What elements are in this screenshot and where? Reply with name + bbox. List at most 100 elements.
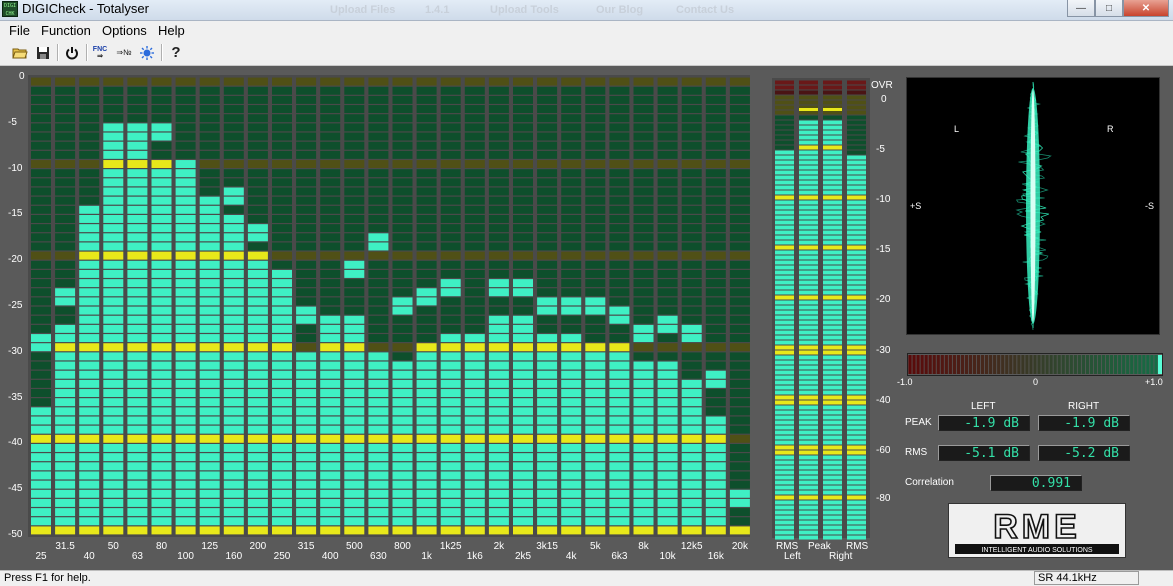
toolbar-separator bbox=[161, 44, 163, 61]
peak-label: Peak bbox=[808, 541, 831, 552]
correlation-indicator bbox=[1157, 355, 1162, 374]
gon-minus-s-label: -S bbox=[1145, 201, 1154, 211]
gon-left-label: L bbox=[954, 124, 960, 134]
window-title: DIGICheck - Totalyser bbox=[22, 1, 149, 16]
background-tab: Upload Files bbox=[330, 4, 396, 16]
help-icon[interactable]: ? bbox=[166, 43, 186, 62]
readout-left-header: LEFT bbox=[971, 401, 996, 412]
gon-right-label: R bbox=[1107, 124, 1114, 134]
goniometer-lissajous bbox=[1015, 81, 1052, 331]
level-scale-tick: -10 bbox=[876, 194, 891, 205]
menu-help[interactable]: Help bbox=[158, 23, 185, 38]
corr-scale-mid: 0 bbox=[1033, 377, 1039, 387]
status-bar: Press F1 for help. SR 44.1kHz bbox=[0, 570, 1173, 586]
readout-rms-label: RMS bbox=[905, 447, 928, 458]
spectrum-db-tick: -40 bbox=[8, 437, 23, 449]
toolbar-separator bbox=[57, 44, 59, 61]
spectrum-db-tick: -10 bbox=[8, 162, 23, 174]
correlation-meter bbox=[907, 353, 1163, 376]
spectrum-freq-tick: 8k bbox=[638, 541, 649, 552]
function-b-icon[interactable]: ⇒№ bbox=[114, 43, 134, 62]
spectrum-freq-tick: 80 bbox=[155, 541, 168, 552]
spectrum-db-tick: -25 bbox=[8, 300, 23, 311]
spectrum-freq-tick: 4k bbox=[565, 551, 577, 562]
toolbar-separator bbox=[86, 44, 88, 61]
spectrum-freq-tick: 1k6 bbox=[466, 551, 483, 562]
background-tab: Our Blog bbox=[596, 4, 644, 16]
level-scale-tick: OVR bbox=[871, 80, 893, 91]
rme-logo-brand: RME bbox=[993, 508, 1081, 546]
settings-sun-icon[interactable] bbox=[137, 43, 157, 62]
level-scale-tick: -80 bbox=[876, 493, 891, 504]
spectrum-freq-tick: 630 bbox=[370, 551, 387, 562]
spectrum-freq-tick: 250 bbox=[273, 551, 291, 562]
toolbar: FNC ⇒ ⇒№ ? bbox=[0, 40, 1173, 66]
spectrum-freq-tick: 16k bbox=[707, 551, 724, 562]
spectrum-freq-tick: 20k bbox=[731, 541, 748, 552]
background-tab: Upload Tools bbox=[490, 4, 559, 16]
spectrum-freq-tick: 31.5 bbox=[55, 541, 75, 552]
goniometer-trace bbox=[1015, 81, 1052, 331]
close-icon[interactable]: ✕ bbox=[1123, 0, 1169, 17]
spectrum-db-tick: 0 bbox=[19, 71, 25, 82]
spectrum-freq-tick: 2k bbox=[493, 541, 505, 552]
spectrum-analyzer bbox=[28, 75, 750, 537]
spectrum-freq-tick: 200 bbox=[249, 541, 267, 552]
peak-right-readout: -1.9 dB bbox=[1038, 415, 1130, 431]
maximize-icon[interactable]: □ bbox=[1095, 0, 1123, 17]
spectrum-db-tick: -5 bbox=[8, 116, 17, 128]
goniometer-display: L R +S -S bbox=[906, 77, 1160, 335]
digicheck-app-icon[interactable]: DIGI CHK bbox=[2, 1, 18, 17]
menu-function[interactable]: Function bbox=[41, 23, 91, 38]
corr-scale-max: +1.0 bbox=[1145, 377, 1163, 387]
rms-right-readout: -5.2 dB bbox=[1038, 445, 1130, 461]
rms-left-readout: -5.1 dB bbox=[938, 445, 1030, 461]
spectrum-freq-tick: 63 bbox=[131, 551, 143, 562]
level-scale-tick: -60 bbox=[876, 445, 891, 456]
spectrum-freq-tick: 1k bbox=[421, 551, 432, 562]
title-bar: DIGI CHK DIGICheck - Totalyser Upload Fil… bbox=[0, 0, 1173, 21]
save-icon[interactable] bbox=[33, 43, 53, 62]
window-controls: — □ ✕ bbox=[1067, 0, 1169, 18]
spectrum-db-tick: -45 bbox=[8, 483, 23, 495]
spectrum-freq-tick: 3k15 bbox=[536, 541, 558, 552]
status-text: Press F1 for help. bbox=[4, 572, 91, 584]
rme-logo-tagline: INTELLIGENT AUDIO SOLUTIONS bbox=[981, 547, 1092, 554]
minimize-icon[interactable]: — bbox=[1067, 0, 1095, 17]
spectrum-db-tick: -50 bbox=[8, 529, 23, 540]
right-label: Right bbox=[829, 551, 853, 562]
background-tab: Contact Us bbox=[676, 4, 735, 16]
sample-rate-indicator: SR 44.1kHz bbox=[1034, 571, 1139, 585]
open-folder-icon[interactable] bbox=[10, 43, 30, 62]
spectrum-freq-tick: 12k5 bbox=[680, 541, 703, 552]
level-meters bbox=[772, 78, 870, 540]
menu-options[interactable]: Options bbox=[102, 23, 147, 38]
readout-right-header: RIGHT bbox=[1068, 401, 1100, 412]
correlation-readout: 0.991 bbox=[990, 475, 1082, 491]
spectrum-freq-tick: 500 bbox=[345, 541, 363, 552]
spectrum-freq-tick: 10k bbox=[659, 551, 676, 562]
spectrum-freq-tick: 800 bbox=[394, 541, 411, 552]
spectrum-freq-tick: 25 bbox=[35, 551, 47, 562]
power-icon[interactable] bbox=[62, 43, 82, 62]
spectrum-freq-tick: 400 bbox=[321, 551, 339, 562]
spectrum-db-tick: -20 bbox=[8, 254, 23, 266]
readout-peak-label: PEAK bbox=[905, 417, 932, 428]
level-scale-tick: -30 bbox=[876, 345, 891, 356]
correlation-segments bbox=[908, 355, 1162, 374]
spectrum-freq-tick: 2k5 bbox=[514, 551, 532, 562]
correlation-label: Correlation bbox=[905, 477, 954, 488]
level-scale-tick: -15 bbox=[876, 244, 891, 255]
function-icon[interactable]: FNC ⇒ bbox=[90, 43, 110, 62]
spectrum-freq-tick: 100 bbox=[177, 551, 194, 562]
spectrum-db-tick: -35 bbox=[8, 391, 23, 403]
background-tab: 1.4.1 bbox=[425, 4, 450, 16]
spectrum-freq-tick: 1k25 bbox=[439, 541, 462, 552]
menu-file[interactable]: File bbox=[9, 23, 30, 38]
left-label: Left bbox=[784, 551, 801, 562]
level-scale-tick: 0 bbox=[881, 94, 887, 105]
level-scale-tick: -20 bbox=[876, 294, 891, 305]
spectrum-freq-tick: 315 bbox=[297, 541, 315, 552]
level-scale-tick: -40 bbox=[876, 395, 891, 406]
spectrum-freq-tick: 50 bbox=[107, 541, 119, 552]
